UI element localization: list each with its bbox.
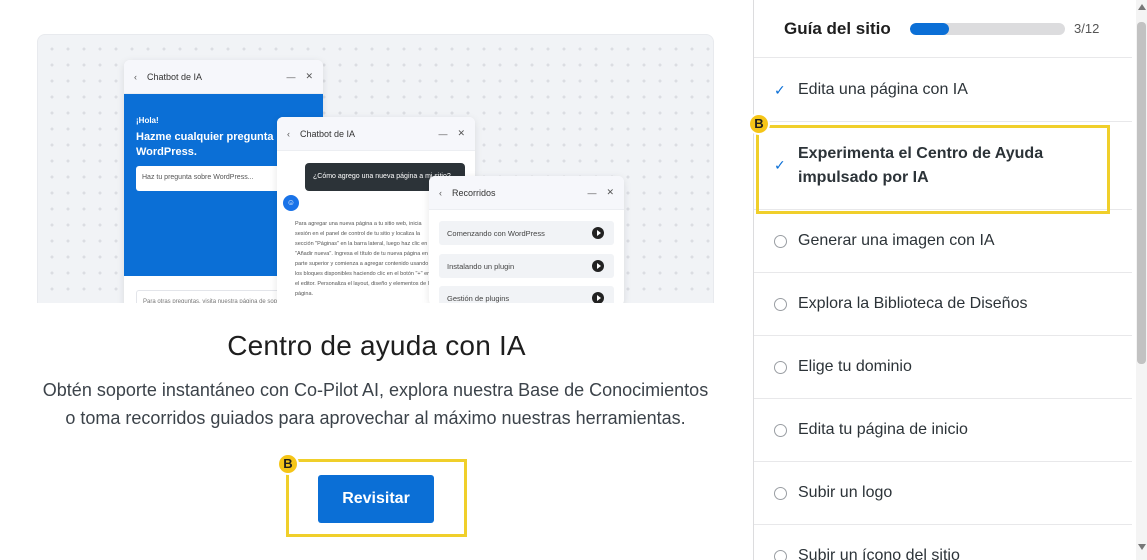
tour-item-label: Gestión de plugins [447,294,510,303]
highlight-badge: B [748,113,770,135]
guide-item-label: Subir un ícono del sitio [798,547,960,560]
chatbot-window-title: Chatbot de IA [300,128,356,139]
guide-item[interactable]: Edita tu página de inicio [754,399,1132,462]
play-icon [592,292,604,303]
tour-item: Gestión de plugins [439,286,614,303]
back-icon: ‹ [134,71,137,82]
tour-item: Comenzando con WordPress [439,221,614,245]
guide-item[interactable]: Elige tu dominio [754,336,1132,399]
close-icon: ✕ [457,128,465,138]
guide-list: ✓ Edita una página con IA ✓ Experimenta … [748,59,1132,560]
site-guide-sidebar: Guía del sitio 3/12 ✓ Edita una página c… [748,0,1147,560]
empty-circle-icon [774,297,787,311]
page-description: Obtén soporte instantáneo con Co-Pilot A… [42,380,709,428]
guide-item-label: Subir un logo [798,484,893,501]
guide-item-label: Generar una imagen con IA [798,232,995,249]
progress-bar [910,22,1065,35]
highlight-badge: B [277,453,299,475]
guide-item-label: Elige tu dominio [798,358,912,375]
empty-circle-icon [774,360,787,374]
progress-count: 3/12 [1074,21,1100,36]
chatbot-window-header: ‹ Chatbot de IA — ✕ [277,117,475,151]
chatbot-window-title: Chatbot de IA [147,71,203,82]
page-title: Centro de ayuda con IA [227,330,526,361]
empty-circle-icon [774,486,787,500]
sidebar-header: Guía del sitio 3/12 [754,0,1132,58]
guide-item-label: Edita una página con IA [798,81,968,98]
bot-avatar-icon: ☺ [283,195,299,211]
chat-answer-text: Para agregar una nueva página a tu sitio… [295,221,434,297]
tours-window-title: Recorridos [452,187,496,198]
back-icon: ‹ [439,187,442,198]
main-panel: ‹ Chatbot de IA — ✕ ¡Hola! Hazme cualqui… [0,0,753,560]
tour-item: Instalando un plugin [439,254,614,278]
play-icon [592,260,604,272]
guide-item[interactable]: Subir un ícono del sitio [754,525,1132,560]
guide-item[interactable]: Generar una imagen con IA [754,210,1132,273]
progress-bar-fill [910,22,949,35]
tour-item-label: Instalando un plugin [447,262,515,271]
guide-item[interactable]: ✓ Edita una página con IA [754,59,1132,122]
minimize-icon: — [286,71,296,82]
sidebar-scrollbar[interactable] [1136,0,1147,560]
chatbot-window-header: ‹ Chatbot de IA — ✕ [124,60,323,94]
empty-circle-icon [774,423,787,437]
play-icon [592,227,604,239]
scroll-up-icon[interactable] [1138,4,1146,10]
app-root: ‹ Chatbot de IA — ✕ ¡Hola! Hazme cualqui… [0,0,1147,560]
close-icon: ✕ [606,187,614,197]
empty-circle-icon [774,234,787,248]
checkmark-icon: ✓ [774,81,786,98]
guide-item-active[interactable]: ✓ Experimenta el Centro de Ayuda impulsa… [748,113,1132,214]
minimize-icon: — [587,187,597,198]
close-icon: ✕ [305,71,313,81]
chatbot-greeting: ¡Hola! [136,116,159,125]
tour-item-label: Comenzando con WordPress [447,229,545,238]
guide-item-label: Explora la Biblioteca de Diseños [798,295,1028,312]
minimize-icon: — [438,128,448,139]
illustration: ‹ Chatbot de IA — ✕ ¡Hola! Hazme cualqui… [37,34,714,303]
guide-item-label: Edita tu página de inicio [798,421,968,438]
sidebar-title: Guía del sitio [784,18,891,38]
guide-item[interactable]: Explora la Biblioteca de Diseños [754,273,1132,336]
revisit-button[interactable]: Revisitar [318,475,434,523]
scroll-down-icon[interactable] [1138,544,1146,550]
item-highlight-frame [756,125,1110,214]
guide-item[interactable]: Subir un logo [754,462,1132,525]
scrollbar-thumb[interactable] [1137,22,1146,364]
tours-window: ‹ Recorridos — ✕ Comenzando con WordPres… [429,176,624,303]
tours-window-header: ‹ Recorridos — ✕ [429,176,624,210]
back-icon: ‹ [287,128,290,139]
empty-circle-icon [774,549,787,560]
